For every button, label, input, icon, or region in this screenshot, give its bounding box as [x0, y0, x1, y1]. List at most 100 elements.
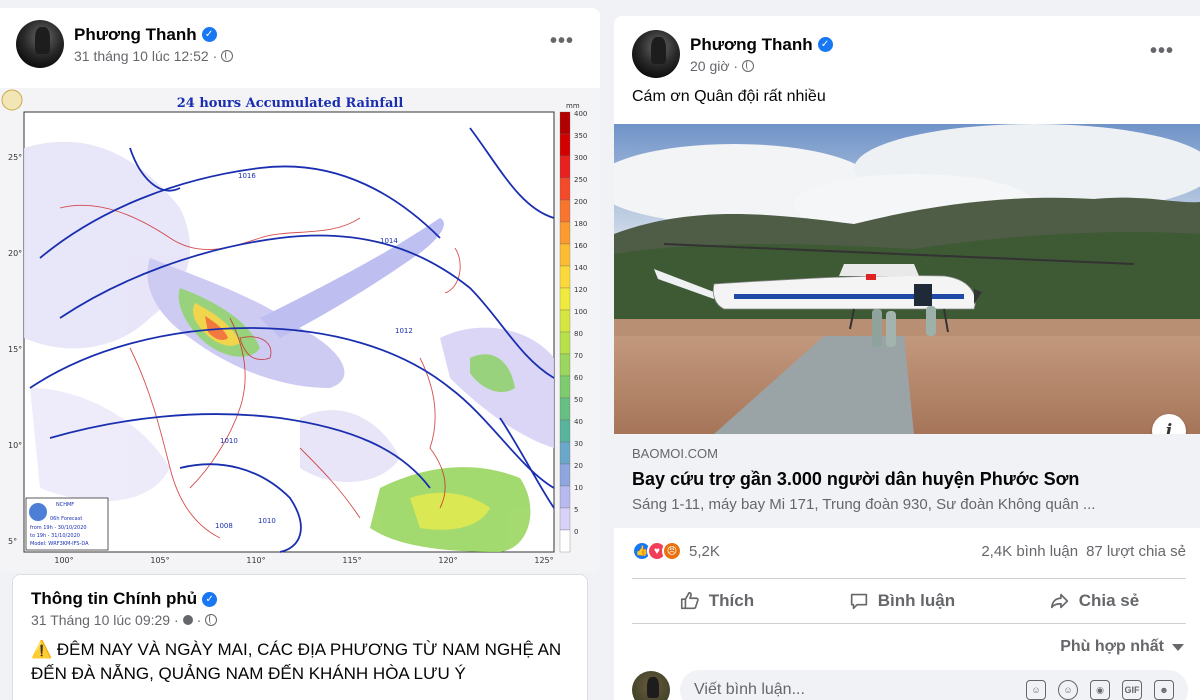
avatar-sticker-icon[interactable]: ☺: [1026, 680, 1046, 700]
verified-badge-icon: ✓: [202, 591, 218, 607]
sticker-icon[interactable]: ☻: [1154, 680, 1174, 700]
globe-icon: [742, 59, 755, 72]
link-preview-image[interactable]: [614, 124, 1200, 434]
share-button[interactable]: Chia sẻ: [1049, 590, 1139, 612]
rainfall-map-svg: 1016 1014 1012 1010 1010 1008 24 hours A…: [0, 88, 600, 572]
scale-label: 5: [574, 506, 578, 514]
scale-swatch: [559, 155, 571, 179]
globe-icon: [205, 614, 218, 626]
sort-label[interactable]: Phù hợp nhất: [1060, 638, 1164, 656]
shared-post-timestamp[interactable]: 31 Tháng 10 lúc 09:29 ·: [31, 612, 179, 628]
comment-icon: [850, 593, 867, 610]
like-icon: [680, 591, 699, 610]
emoji-icon[interactable]: ☺: [1058, 680, 1078, 700]
y-tick-label: 5°: [8, 537, 17, 546]
verified-badge-icon: ✓: [817, 37, 833, 52]
shared-author-text[interactable]: Thông tin Chính phủ: [31, 589, 197, 609]
comment-label[interactable]: Bình luận: [878, 591, 955, 611]
y-tick-label: 25°: [8, 153, 22, 162]
isobar-label-3: 1012: [395, 327, 413, 335]
shared-post-text: ĐÊM NAY VÀ NGÀY MAI, CÁC ĐỊA PHƯƠNG TỪ N…: [31, 640, 562, 683]
author-name-text[interactable]: Phương Thanh: [74, 25, 197, 45]
shared-post-text-block: ⚠️ ĐÊM NAY VÀ NGÀY MAI, CÁC ĐỊA PHƯƠNG T…: [31, 638, 569, 686]
scale-swatch: [559, 397, 571, 421]
scale-label: 160: [574, 242, 587, 250]
comment-placeholder: Viết bình luận...: [694, 681, 805, 698]
like-label[interactable]: Thích: [709, 591, 754, 611]
reactions-count[interactable]: 5,2K: [689, 543, 720, 560]
shared-author-name[interactable]: Thông tin Chính phủ ✓: [31, 589, 569, 609]
more-options-button[interactable]: •••: [550, 31, 574, 51]
scale-swatch: [559, 485, 571, 509]
right-post-card: Phương Thanh ✓ 20 giờ · ••• Cám ơn Quân …: [614, 16, 1200, 700]
x-tick-label: 110°: [246, 556, 265, 565]
scale-label: 350: [574, 132, 587, 140]
clock-icon: [182, 615, 193, 625]
scale-swatch: [559, 529, 571, 553]
comment-composer: Viết bình luận... ☺ ☺ ◉ GIF ☻: [632, 670, 1188, 700]
author-name[interactable]: Phương Thanh ✓: [690, 35, 833, 55]
shared-post-meta: 31 Tháng 10 lúc 09:29 · ·: [31, 612, 569, 628]
author-avatar[interactable]: [632, 30, 680, 78]
post-meta: 20 giờ ·: [690, 58, 833, 74]
reactions-summary[interactable]: 👍 ♥ 😠 5,2K: [632, 541, 720, 561]
camera-icon[interactable]: ◉: [1090, 680, 1110, 700]
scale-label: 30: [574, 440, 583, 448]
scale-swatch: [559, 111, 571, 135]
model-legend: NCHMF 06h Forecast from 19h - 30/10/2020…: [25, 497, 109, 551]
scale-swatch: [559, 441, 571, 465]
shares-count[interactable]: 87 lượt chia sẻ: [1086, 543, 1186, 560]
scale-swatch: [559, 133, 571, 157]
author-name[interactable]: Phương Thanh ✓: [74, 25, 233, 45]
warning-icon: ⚠️: [31, 640, 53, 659]
scale-label: 60: [574, 374, 583, 382]
post-text: Cám ơn Quân đội rất nhiều: [632, 88, 826, 105]
scale-label: 300: [574, 154, 587, 162]
share-icon: [1050, 593, 1068, 609]
y-tick-label: 10°: [8, 441, 22, 450]
current-user-avatar[interactable]: [632, 671, 670, 700]
author-avatar[interactable]: [16, 20, 64, 68]
scale-label: 250: [574, 176, 587, 184]
scale-swatch: [559, 309, 571, 333]
comment-tools: ☺ ☺ ◉ GIF ☻: [1026, 680, 1174, 700]
comment-sort-dropdown[interactable]: Phù hợp nhất: [1060, 638, 1184, 656]
rainfall-map-image[interactable]: 1016 1014 1012 1010 1010 1008 24 hours A…: [0, 88, 600, 572]
more-options-button[interactable]: •••: [1150, 41, 1174, 61]
isobar-label-2: 1014: [380, 237, 398, 245]
link-title[interactable]: Bay cứu trợ gần 3.000 người dân huyện Ph…: [632, 469, 1182, 490]
like-button[interactable]: Thích: [679, 590, 754, 612]
verified-badge-icon: ✓: [201, 27, 217, 42]
post-actions: Thích Bình luận Chia sẻ: [632, 578, 1186, 624]
post-stats: 👍 ♥ 😠 5,2K 2,4K bình luận 87 lượt chia s…: [632, 536, 1186, 566]
scale-swatch: [559, 243, 571, 267]
post-timestamp[interactable]: 31 tháng 10 lúc 12:52: [74, 48, 209, 64]
legend-line-1: 06h Forecast: [50, 516, 82, 522]
scale-label: 0: [574, 528, 578, 536]
x-tick-label: 115°: [342, 556, 361, 565]
link-preview-meta[interactable]: BAOMOI.COM Bay cứu trợ gần 3.000 người d…: [614, 434, 1200, 528]
comment-button[interactable]: Bình luận: [848, 590, 955, 612]
nchmf-logo-icon: [1, 89, 23, 111]
gif-icon[interactable]: GIF: [1122, 680, 1142, 700]
author-name-text[interactable]: Phương Thanh: [690, 35, 813, 55]
x-tick-label: 100°: [54, 556, 73, 565]
legend-line-3: to 19h - 31/10/2020: [30, 533, 80, 539]
link-description: Sáng 1-11, máy bay Mi 171, Trung đoàn 93…: [632, 496, 1096, 513]
scale-unit: mm: [566, 102, 580, 110]
x-tick-label: 105°: [150, 556, 169, 565]
post-timestamp[interactable]: 20 giờ ·: [690, 58, 738, 74]
comment-input[interactable]: Viết bình luận... ☺ ☺ ◉ GIF ☻: [680, 670, 1188, 700]
shared-post-card[interactable]: Thông tin Chính phủ ✓ 31 Tháng 10 lúc 09…: [12, 574, 588, 700]
right-post-header: Phương Thanh ✓ 20 giờ · •••: [614, 16, 1200, 92]
scale-label: 140: [574, 264, 587, 272]
scale-label: 120: [574, 286, 587, 294]
isobar-label-5: 1010: [220, 437, 238, 445]
scale-swatch: [559, 375, 571, 399]
comments-count[interactable]: 2,4K bình luận: [981, 543, 1078, 560]
scale-label: 80: [574, 330, 583, 338]
scale-swatch: [559, 177, 571, 201]
share-label[interactable]: Chia sẻ: [1079, 591, 1139, 611]
y-tick-label: 15°: [8, 345, 22, 354]
legend-title: NCHMF: [56, 502, 74, 508]
